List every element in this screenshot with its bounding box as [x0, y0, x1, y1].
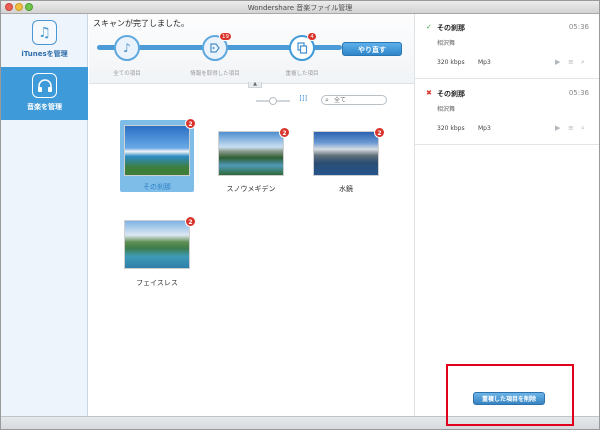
play-icon[interactable]: ▶	[555, 124, 560, 132]
sidebar-item-label: 音楽を管理	[27, 103, 62, 111]
album-title: スノウメギデン	[226, 185, 276, 193]
list-item[interactable]: ✓ その刹那 05:36 相沢舞 320 kbps Mp3 ▶ ≡ ⌕	[415, 14, 599, 79]
music-note-icon: ♪	[123, 41, 131, 55]
list-icon[interactable]: ≡	[568, 58, 574, 66]
album-title: 水鏡	[339, 185, 353, 193]
duplicate-list-panel: ✓ その刹那 05:36 相沢舞 320 kbps Mp3 ▶ ≡ ⌕ ✖ その…	[414, 14, 599, 416]
duplicate-count-badge: 2	[279, 127, 290, 138]
step-label: 情報を取得した項目	[190, 71, 240, 77]
album-cover-image	[218, 131, 284, 176]
track-artist: 相沢舞	[437, 106, 456, 113]
track-bitrate: 320 kbps	[437, 125, 465, 132]
sidebar-item-label: iTunesを管理	[21, 50, 68, 58]
play-icon[interactable]: ▶	[555, 58, 560, 66]
search-icon: ⌕	[325, 96, 329, 104]
step-badge: 4	[307, 32, 317, 41]
scan-progress: スキャンが完了しました。 ♪ 全ての項目 19 情報を取得した項目 4 重複した…	[89, 14, 414, 88]
track-title: その刹那	[437, 24, 465, 32]
track-bitrate: 320 kbps	[437, 59, 465, 66]
checked-icon[interactable]: ✓	[426, 23, 432, 31]
track-format: Mp3	[478, 59, 491, 66]
track-title: その刹那	[437, 90, 465, 98]
duplicate-count-badge: 2	[374, 127, 385, 138]
sidebar-item-music[interactable]: 音楽を管理	[1, 67, 88, 120]
album-title: フェイスレス	[136, 279, 178, 287]
tag-icon	[210, 43, 220, 53]
album-cover-image	[124, 220, 190, 269]
duplicate-count-badge: 2	[185, 216, 196, 227]
title-bar: Wondershare 音楽ファイル管理	[1, 1, 599, 14]
step-all-items[interactable]: ♪	[114, 35, 140, 61]
grid-view-icon[interactable]: ⁞⁞⁞	[299, 95, 308, 104]
track-artist: 相沢舞	[437, 40, 456, 47]
music-note-icon: ♫	[32, 20, 57, 45]
list-icon[interactable]: ≡	[568, 124, 574, 132]
annotation-highlight-box	[446, 364, 574, 426]
collapse-toggle[interactable]: ▲	[248, 82, 262, 88]
album-title: その刹那	[143, 183, 171, 191]
redo-button[interactable]: やり直す	[342, 42, 402, 56]
step-label: 重複した項目	[285, 71, 319, 77]
track-duration: 05:36	[568, 89, 589, 97]
remove-icon[interactable]: ✖	[426, 89, 432, 97]
list-item[interactable]: ✖ その刹那 05:36 相沢舞 320 kbps Mp3 ▶ ≡ ⌕	[415, 80, 599, 145]
copy-icon	[297, 42, 308, 54]
window-title: Wondershare 音楽ファイル管理	[247, 4, 353, 12]
search-icon[interactable]: ⌕	[581, 58, 585, 67]
zoom-slider-knob[interactable]	[269, 97, 277, 105]
step-label: 全ての項目	[113, 71, 141, 77]
app-window: Wondershare 音楽ファイル管理 ♫ iTunesを管理 音楽を管理 ス…	[0, 0, 600, 430]
main-panel: スキャンが完了しました。 ♪ 全ての項目 19 情報を取得した項目 4 重複した…	[89, 14, 414, 416]
step-badge: 19	[219, 32, 232, 41]
view-toolbar: ⁞⁞⁞ ⌕	[89, 94, 414, 108]
track-format: Mp3	[478, 125, 491, 132]
sidebar-item-itunes[interactable]: ♫ iTunesを管理	[1, 14, 88, 67]
duplicate-count-badge: 2	[185, 118, 196, 129]
search-box[interactable]: ⌕	[321, 95, 387, 105]
zoom-slider[interactable]	[256, 97, 290, 105]
search-input[interactable]	[334, 96, 384, 104]
search-icon[interactable]: ⌕	[581, 124, 585, 133]
scan-status-message: スキャンが完了しました。	[93, 19, 189, 28]
album-cover-image	[313, 131, 379, 176]
track-duration: 05:36	[568, 23, 589, 31]
headphones-icon	[32, 73, 57, 98]
album-cover-image	[124, 125, 190, 176]
sidebar: ♫ iTunesを管理 音楽を管理	[1, 14, 88, 416]
